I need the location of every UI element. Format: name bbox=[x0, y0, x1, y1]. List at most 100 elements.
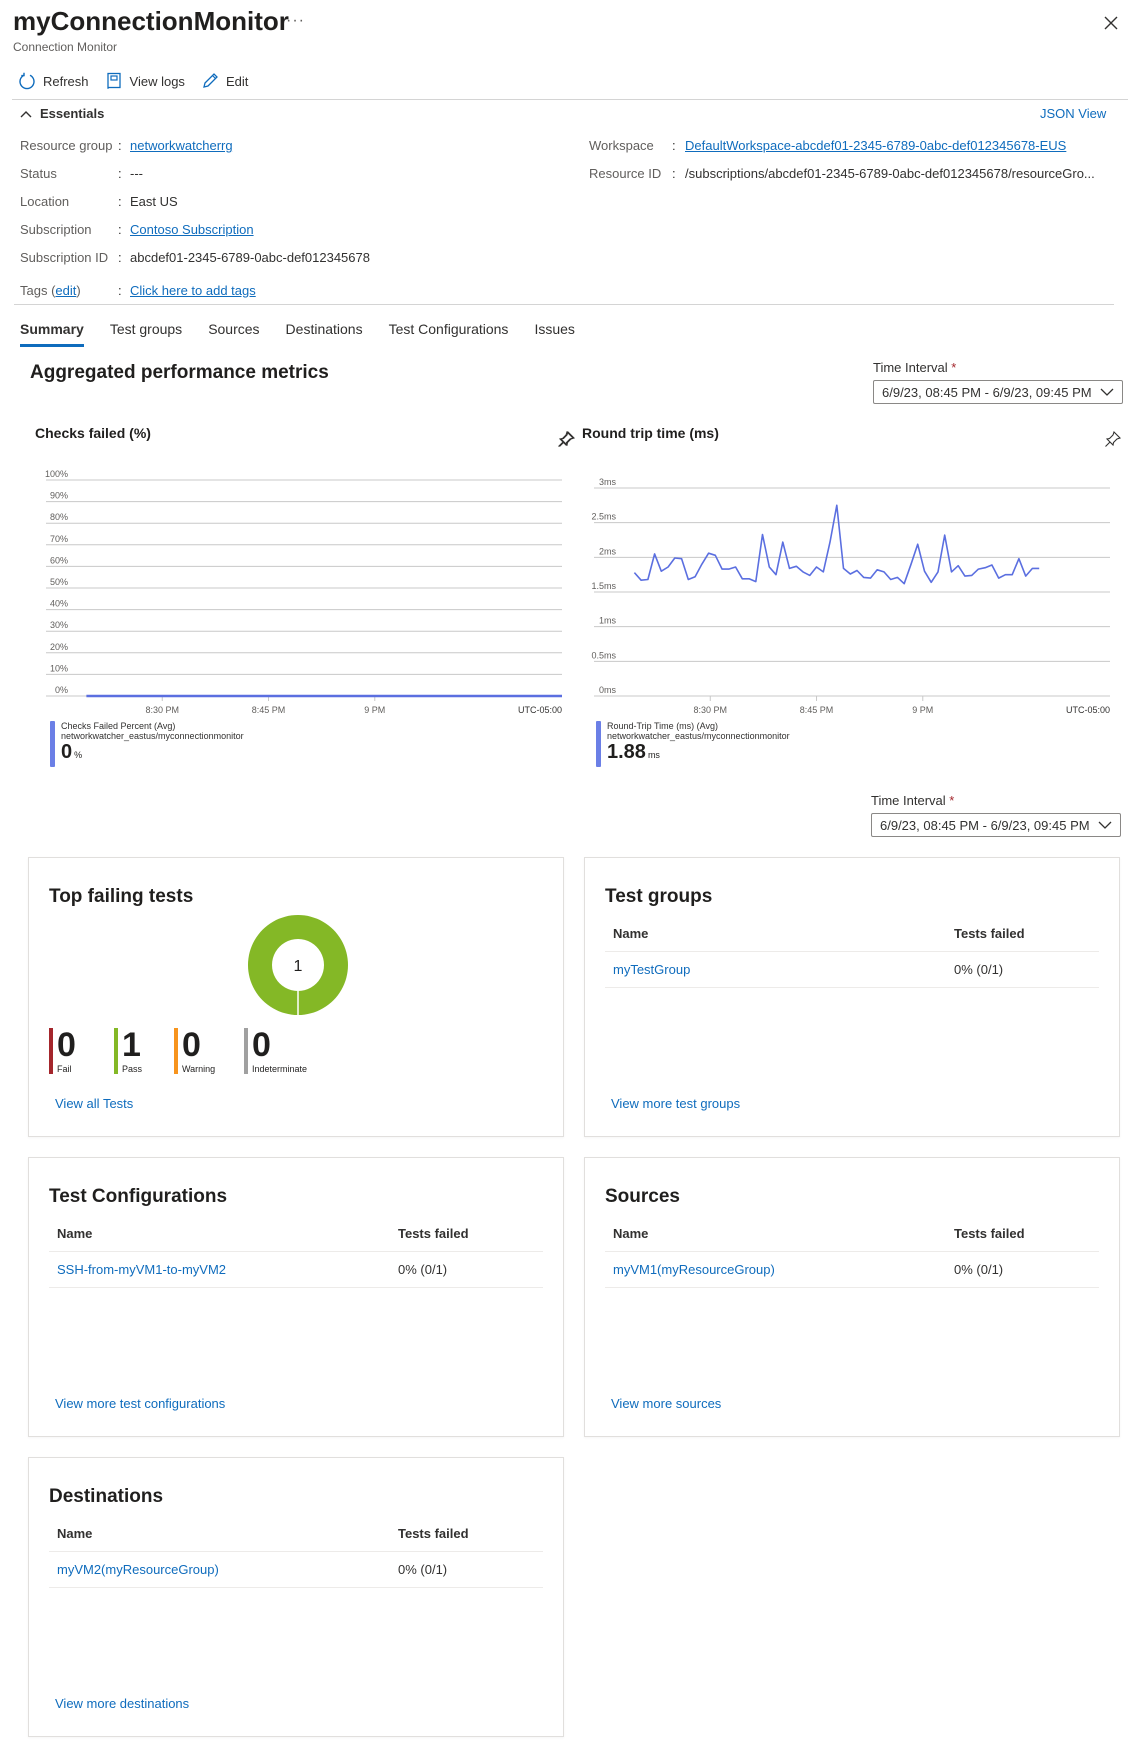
section-title: Aggregated performance metrics bbox=[30, 362, 329, 383]
row-name-link[interactable]: SSH-from-myVM1-to-myVM2 bbox=[57, 1262, 398, 1277]
row-name-link[interactable]: myVM2(myResourceGroup) bbox=[57, 1562, 398, 1577]
edit-button[interactable]: Edit bbox=[201, 72, 248, 90]
card-title: Top failing tests bbox=[49, 886, 194, 907]
row-tests-failed: 0% (0/1) bbox=[398, 1262, 448, 1277]
logs-icon bbox=[106, 72, 121, 89]
page-title: myConnectionMonitor bbox=[13, 6, 289, 36]
table-row: myTestGroup 0% (0/1) bbox=[605, 952, 1099, 988]
time-interval-dropdown[interactable]: 6/9/23, 08:45 PM - 6/9/23, 09:45 PM bbox=[871, 813, 1121, 837]
table-header: Name Tests failed bbox=[605, 918, 1099, 952]
tab-summary[interactable]: Summary bbox=[20, 321, 84, 347]
y-tick-label: 100% bbox=[45, 469, 68, 479]
legend-metric-name: Round-Trip Time (ms) (Avg) bbox=[607, 721, 719, 731]
card-title: Destinations bbox=[49, 1486, 164, 1507]
chevron-down-icon bbox=[1098, 821, 1112, 829]
pencil-icon bbox=[203, 73, 218, 88]
subscription-link[interactable]: Contoso Subscription bbox=[130, 222, 254, 250]
y-tick-label: 0.5ms bbox=[591, 650, 616, 660]
tab-test-configurations[interactable]: Test Configurations bbox=[389, 321, 509, 347]
pin-icon[interactable] bbox=[1104, 430, 1122, 448]
essentials-toggle[interactable]: Essentials bbox=[20, 106, 104, 121]
stat-indeterminate: 0 Indeterminate bbox=[244, 1028, 307, 1074]
view-more-destinations-link[interactable]: View more destinations bbox=[55, 1696, 189, 1711]
y-tick-label: 1ms bbox=[599, 616, 617, 626]
row-name-link[interactable]: myVM1(myResourceGroup) bbox=[613, 1262, 954, 1277]
x-tick-label: 9 PM bbox=[912, 705, 933, 715]
essentials-row-location: Location : East US bbox=[20, 194, 370, 222]
view-more-test-groups-link[interactable]: View more test groups bbox=[611, 1096, 740, 1111]
test-status-stats: 0 Fail 1 Pass 0 Warning 0 Indeterminate bbox=[49, 1028, 449, 1078]
series-line bbox=[633, 504, 1040, 585]
tags-edit-link[interactable]: edit bbox=[55, 283, 76, 298]
more-options-button[interactable]: ··· bbox=[286, 12, 305, 30]
stat-value: 0 bbox=[252, 1026, 271, 1064]
stat-value: 1 bbox=[122, 1026, 141, 1064]
tags-label-text: Tags bbox=[20, 283, 48, 298]
separator: : bbox=[672, 166, 676, 181]
add-tags-link[interactable]: Click here to add tags bbox=[130, 283, 256, 311]
stat-label: Fail bbox=[57, 1064, 72, 1074]
column-name: Name bbox=[57, 1226, 93, 1241]
divider bbox=[12, 99, 1128, 100]
column-tests-failed: Tests failed bbox=[954, 926, 1025, 941]
edit-label: Edit bbox=[225, 73, 249, 89]
close-button[interactable] bbox=[1100, 12, 1122, 34]
checks-failed-chart-title: Checks failed (%) bbox=[35, 425, 151, 441]
refresh-button[interactable]: Refresh bbox=[18, 72, 89, 90]
subscription-id-value: abcdef01-2345-6789-0abc-def012345678 bbox=[130, 250, 370, 265]
table-header: Name Tests failed bbox=[49, 1218, 543, 1252]
y-tick-label: 2ms bbox=[599, 546, 617, 556]
separator: : bbox=[672, 138, 676, 153]
field-label: Status bbox=[20, 166, 57, 181]
y-tick-label: 50% bbox=[50, 577, 68, 587]
time-interval-dropdown[interactable]: 6/9/23, 08:45 PM - 6/9/23, 09:45 PM bbox=[873, 380, 1123, 404]
sources-table: Name Tests failed myVM1(myResourceGroup) 0… bbox=[605, 1218, 1099, 1288]
legend-metric-name: Checks Failed Percent (Avg) bbox=[61, 721, 176, 731]
separator: : bbox=[118, 194, 122, 209]
top-failing-tests-card: Top failing tests 1 0 Fail 1 Pass 0 Warning… bbox=[28, 857, 564, 1137]
resource-group-link[interactable]: networkwatcherrg bbox=[130, 138, 233, 166]
stat-value: 0 bbox=[182, 1026, 201, 1064]
row-name-link[interactable]: myTestGroup bbox=[613, 962, 954, 977]
y-tick-label: 90% bbox=[50, 491, 68, 501]
field-label: Workspace bbox=[589, 138, 654, 153]
time-interval-field: Time Interval * 6/9/23, 08:45 PM - 6/9/2… bbox=[873, 360, 1123, 404]
tab-test-groups[interactable]: Test groups bbox=[110, 321, 182, 347]
tab-destinations[interactable]: Destinations bbox=[286, 321, 363, 347]
round-trip-legend: Round-Trip Time (ms) (Avg) networkwatche… bbox=[596, 721, 790, 767]
sources-card: Sources Name Tests failed myVM1(myResourc… bbox=[584, 1157, 1120, 1437]
y-tick-label: 2.5ms bbox=[591, 512, 616, 522]
legend-color-bar bbox=[50, 721, 55, 767]
test-groups-card: Test groups Name Tests failed myTestGroup… bbox=[584, 857, 1120, 1137]
round-trip-chart: 3ms 2.5ms 2ms 1.5ms 1ms 0.5ms 0ms 8:30 PM 8:45 P… bbox=[591, 477, 1110, 715]
time-interval-value: 6/9/23, 08:45 PM - 6/9/23, 09:45 PM bbox=[880, 817, 1090, 833]
tab-issues[interactable]: Issues bbox=[534, 321, 574, 347]
separator: : bbox=[118, 138, 122, 153]
row-tests-failed: 0% (0/1) bbox=[954, 1262, 1004, 1277]
row-tests-failed: 0% (0/1) bbox=[398, 1562, 448, 1577]
json-view-link[interactable]: JSON View bbox=[1040, 106, 1106, 121]
view-all-tests-link[interactable]: View all Tests bbox=[55, 1096, 133, 1111]
chevron-up-icon bbox=[20, 110, 32, 117]
field-label: Subscription bbox=[20, 222, 92, 237]
stat-fail: 0 Fail bbox=[49, 1028, 76, 1074]
table-header: Name Tests failed bbox=[49, 1518, 543, 1552]
essentials-left: Resource group : networkwatcherrg Status… bbox=[20, 138, 370, 311]
view-more-test-configurations-link[interactable]: View more test configurations bbox=[55, 1396, 225, 1411]
view-logs-button[interactable]: View logs bbox=[105, 72, 185, 90]
stat-pass: 1 Pass bbox=[114, 1028, 142, 1074]
pin-icon[interactable] bbox=[558, 430, 576, 448]
tab-sources[interactable]: Sources bbox=[208, 321, 259, 347]
tab-bar: Summary Test groups Sources Destinations… bbox=[20, 321, 601, 347]
x-tick-label: 8:45 PM bbox=[800, 705, 834, 715]
column-name: Name bbox=[613, 1226, 649, 1241]
workspace-link[interactable]: DefaultWorkspace-abcdef01-2345-6789-0abc… bbox=[685, 138, 1066, 166]
table-row: SSH-from-myVM1-to-myVM2 0% (0/1) bbox=[49, 1252, 543, 1288]
essentials-row-resource-id: Resource ID : /subscriptions/abcdef01-23… bbox=[589, 166, 1095, 194]
legend-resource: networkwatcher_eastus/myconnectionmonito… bbox=[607, 731, 790, 741]
resource-id-value: /subscriptions/abcdef01-2345-6789-0abc-d… bbox=[685, 166, 1095, 181]
row-tests-failed: 0% (0/1) bbox=[954, 962, 1004, 977]
view-more-sources-link[interactable]: View more sources bbox=[611, 1396, 721, 1411]
checks-failed-legend: Checks Failed Percent (Avg) networkwatch… bbox=[50, 721, 244, 767]
column-name: Name bbox=[57, 1526, 93, 1541]
